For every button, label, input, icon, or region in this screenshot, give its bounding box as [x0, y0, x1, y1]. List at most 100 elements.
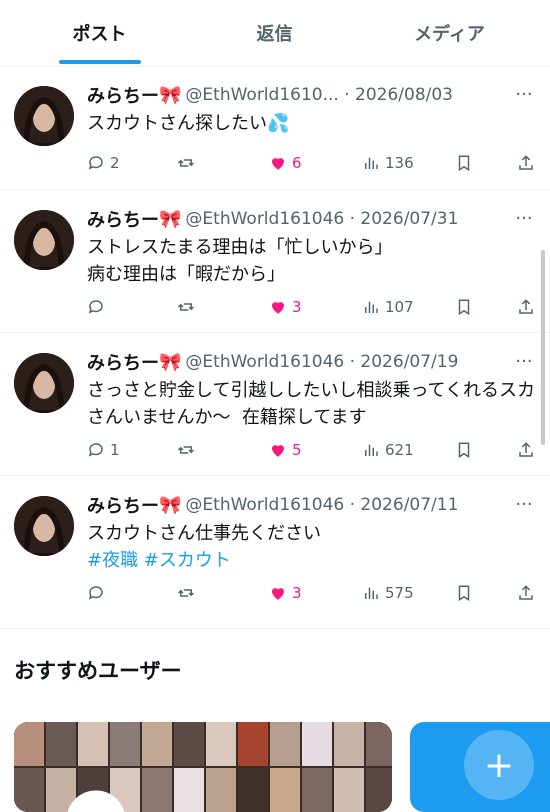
like-count: 3	[292, 584, 302, 602]
like-button[interactable]: 6	[269, 154, 302, 172]
reply-icon	[88, 156, 103, 170]
ribbon-emoji: 🎀	[159, 494, 182, 516]
views-button[interactable]: 621	[362, 441, 414, 459]
display-name[interactable]: みらちー	[87, 206, 159, 232]
view-count: 136	[385, 154, 414, 172]
reply-icon	[88, 443, 103, 457]
display-name[interactable]: みらちー	[87, 82, 159, 108]
bookmark-button[interactable]	[455, 584, 473, 602]
post-actions: 1 5 621	[87, 437, 536, 463]
post-header: みらちー 🎀 @EthWorld161046 · 2026/07/11	[87, 492, 536, 518]
post-text-container: スカウトさん仕事先ください #夜職 #スカウト	[87, 520, 536, 574]
ribbon-emoji: 🎀	[159, 84, 182, 106]
bookmark-button[interactable]	[455, 154, 473, 172]
share-button[interactable]	[517, 298, 535, 316]
reply-button[interactable]: 1	[87, 441, 120, 459]
share-icon	[519, 442, 533, 457]
bookmark-button[interactable]	[455, 298, 473, 316]
share-icon	[519, 585, 533, 600]
post-actions: 2 6 136	[87, 150, 536, 176]
reply-count: 2	[110, 154, 120, 172]
reply-count: 1	[110, 441, 120, 459]
like-button[interactable]: 3	[269, 298, 302, 316]
like-count: 5	[292, 441, 302, 459]
scrollbar[interactable]	[541, 250, 545, 445]
tab-media[interactable]: メディア	[358, 0, 541, 66]
more-options-icon[interactable]: ···	[512, 82, 536, 106]
ribbon-emoji: 🎀	[159, 351, 182, 373]
post-header: みらちー 🎀 @EthWorld161046 · 2026/07/19	[87, 349, 536, 375]
reply-button[interactable]: 2	[87, 154, 120, 172]
profile-tabs: ポスト 返信 メディア	[0, 0, 550, 67]
post[interactable]: みらちー 🎀 @EthWorld1610... · 2026/08/03 ···…	[0, 66, 550, 190]
share-button[interactable]	[517, 584, 535, 602]
collage-banner-image	[14, 722, 392, 812]
handle-and-date[interactable]: @EthWorld161046 · 2026/07/31	[185, 209, 458, 229]
more-options-icon[interactable]: ···	[512, 492, 536, 516]
post-text: スカウトさん仕事先ください	[87, 523, 321, 544]
post[interactable]: みらちー 🎀 @EthWorld161046 · 2026/07/11 ··· …	[0, 476, 550, 629]
view-count: 575	[385, 584, 414, 602]
display-name[interactable]: みらちー	[87, 349, 159, 375]
view-count: 107	[385, 298, 414, 316]
post[interactable]: みらちー 🎀 @EthWorld161046 · 2026/07/19 ··· …	[0, 333, 550, 476]
bookmark-icon	[458, 585, 470, 602]
avatar[interactable]	[14, 496, 74, 556]
reply-icon	[88, 300, 103, 314]
recommended-users-heading: おすすめユーザー	[14, 659, 182, 683]
bookmark-button[interactable]	[455, 441, 473, 459]
repost-button[interactable]	[177, 154, 200, 172]
more-options-icon[interactable]: ···	[512, 206, 536, 230]
post-header: みらちー 🎀 @EthWorld161046 · 2026/07/31	[87, 206, 536, 232]
repost-icon	[177, 303, 195, 311]
repost-button[interactable]	[177, 584, 200, 602]
display-name[interactable]: みらちー	[87, 492, 159, 518]
heart-icon	[272, 445, 284, 457]
share-button[interactable]	[517, 441, 535, 459]
repost-button[interactable]	[177, 298, 200, 316]
views-icon	[365, 587, 378, 599]
views-button[interactable]: 136	[362, 154, 414, 172]
bookmark-icon	[458, 155, 470, 172]
follow-plus-icon[interactable]: +	[464, 730, 534, 800]
heart-icon	[272, 588, 284, 600]
avatar[interactable]	[14, 210, 74, 270]
post-actions: 3 107	[87, 294, 536, 320]
hashtags-link[interactable]: #夜職 #スカウト	[87, 550, 231, 571]
handle-and-date[interactable]: @EthWorld161046 · 2026/07/11	[185, 495, 458, 515]
tab-posts[interactable]: ポスト	[8, 0, 191, 66]
bookmark-icon	[458, 442, 470, 459]
repost-icon	[177, 589, 195, 597]
like-count: 3	[292, 298, 302, 316]
post-actions: 3 575	[87, 580, 536, 606]
reply-button[interactable]	[87, 584, 110, 602]
views-button[interactable]: 107	[362, 298, 414, 316]
recommended-user-card[interactable]	[14, 722, 392, 812]
tab-replies[interactable]: 返信	[183, 0, 366, 66]
post[interactable]: みらちー 🎀 @EthWorld161046 · 2026/07/31 ··· …	[0, 190, 550, 333]
share-button[interactable]	[517, 154, 535, 172]
views-icon	[365, 301, 378, 313]
more-options-icon[interactable]: ···	[512, 349, 536, 373]
views-button[interactable]: 575	[362, 584, 414, 602]
repost-icon	[177, 446, 195, 454]
avatar[interactable]	[14, 353, 74, 413]
active-tab-indicator	[59, 60, 141, 64]
repost-icon	[177, 159, 195, 167]
views-icon	[365, 444, 378, 456]
repost-button[interactable]	[177, 441, 200, 459]
ribbon-emoji: 🎀	[159, 208, 182, 230]
like-button[interactable]: 3	[269, 584, 302, 602]
views-icon	[365, 157, 378, 169]
handle-and-date[interactable]: @EthWorld1610... · 2026/08/03	[185, 85, 453, 105]
reply-icon	[88, 586, 103, 600]
like-button[interactable]: 5	[269, 441, 302, 459]
handle-and-date[interactable]: @EthWorld161046 · 2026/07/19	[185, 352, 458, 372]
share-icon	[519, 155, 533, 170]
like-count: 6	[292, 154, 302, 172]
view-count: 621	[385, 441, 414, 459]
share-icon	[519, 299, 533, 314]
bookmark-icon	[458, 299, 470, 316]
avatar[interactable]	[14, 86, 74, 146]
reply-button[interactable]	[87, 298, 110, 316]
